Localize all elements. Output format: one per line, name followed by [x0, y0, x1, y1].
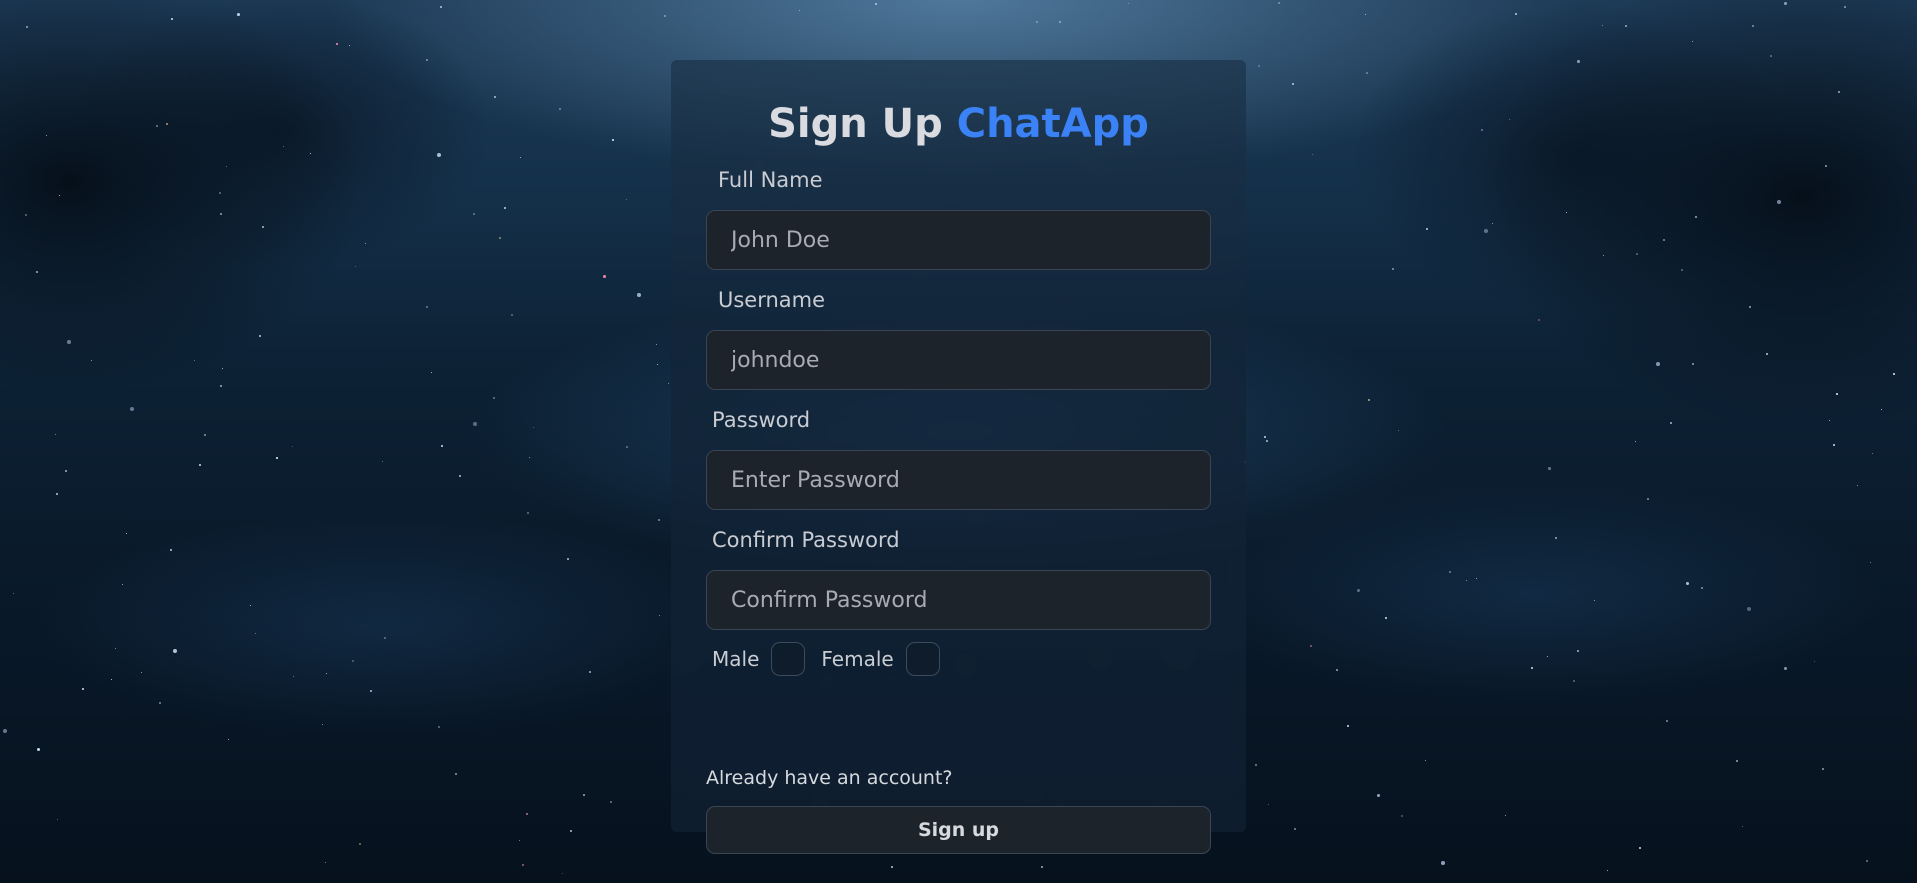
star — [26, 26, 28, 28]
signup-card: Sign Up ChatApp Full Name Username Passw… — [671, 60, 1246, 854]
star — [359, 843, 361, 845]
page-title: Sign Up ChatApp — [707, 100, 1210, 148]
star — [166, 123, 168, 125]
username-label: Username — [718, 288, 826, 312]
star — [1392, 268, 1394, 270]
star — [612, 139, 614, 141]
signup-button[interactable]: Sign up — [706, 806, 1211, 854]
star — [1784, 667, 1787, 670]
star — [156, 125, 158, 127]
star — [493, 397, 495, 399]
star — [1695, 216, 1697, 218]
star — [610, 801, 612, 803]
star — [1893, 373, 1895, 375]
star — [1701, 587, 1703, 589]
star — [1647, 498, 1649, 500]
star — [370, 690, 372, 692]
password-input[interactable] — [706, 450, 1211, 510]
male-checkbox[interactable] — [771, 642, 806, 676]
star — [1833, 444, 1835, 446]
star — [1670, 422, 1672, 424]
star — [1036, 21, 1039, 24]
star — [1822, 768, 1824, 770]
star — [1681, 269, 1683, 271]
star — [1366, 72, 1368, 74]
star — [219, 192, 221, 194]
confirm-password-label: Confirm Password — [712, 528, 900, 552]
star — [440, 6, 442, 8]
star — [1292, 83, 1294, 85]
star — [637, 293, 641, 297]
password-label: Password — [712, 408, 811, 432]
full-name-input[interactable] — [706, 210, 1211, 270]
star — [473, 213, 475, 215]
star — [1656, 362, 1660, 366]
star — [1573, 680, 1575, 682]
star — [1866, 860, 1868, 862]
username-input[interactable] — [706, 330, 1211, 390]
star — [1294, 828, 1296, 830]
star — [891, 866, 893, 868]
star — [262, 226, 264, 228]
star — [567, 558, 569, 560]
star — [603, 275, 606, 278]
full-name-label: Full Name — [718, 168, 823, 192]
star — [1255, 764, 1257, 766]
star — [1357, 589, 1360, 592]
star — [499, 237, 501, 239]
confirm-password-input[interactable] — [706, 570, 1211, 630]
star — [426, 59, 428, 61]
star — [1607, 870, 1608, 871]
star — [570, 830, 572, 832]
star — [1838, 91, 1840, 93]
star — [220, 213, 222, 215]
female-checkbox[interactable] — [905, 642, 940, 676]
star — [322, 724, 323, 725]
star — [875, 3, 877, 5]
star — [1548, 467, 1551, 470]
star — [1449, 571, 1451, 573]
brand-name: ChatApp — [956, 101, 1149, 147]
star — [1836, 393, 1838, 395]
star — [237, 13, 240, 16]
star — [276, 457, 278, 459]
star — [220, 385, 222, 387]
star — [336, 43, 338, 45]
star — [1128, 3, 1130, 5]
gender-selector: Male Female — [712, 642, 956, 676]
star — [1577, 60, 1580, 63]
star — [459, 475, 461, 477]
star — [67, 340, 71, 344]
star — [1266, 440, 1268, 442]
star — [1577, 650, 1579, 652]
star — [799, 10, 801, 12]
star — [559, 108, 561, 110]
star — [1336, 669, 1338, 671]
star — [1441, 861, 1445, 865]
star — [82, 688, 84, 690]
star — [1059, 21, 1061, 23]
star — [1825, 165, 1827, 167]
login-link[interactable]: Already have an account? — [706, 767, 953, 789]
star — [1747, 607, 1751, 611]
star — [511, 314, 513, 316]
star — [310, 153, 311, 154]
star — [473, 422, 477, 426]
star — [56, 493, 58, 495]
title-prefix: Sign Up — [768, 101, 943, 147]
star — [1310, 645, 1312, 647]
female-label: Female — [821, 647, 894, 671]
star — [504, 207, 506, 209]
star — [1770, 55, 1772, 57]
star — [494, 96, 496, 98]
star — [626, 446, 628, 448]
star — [1531, 667, 1533, 669]
male-label: Male — [712, 647, 760, 671]
star — [1752, 25, 1754, 27]
star — [65, 470, 67, 472]
